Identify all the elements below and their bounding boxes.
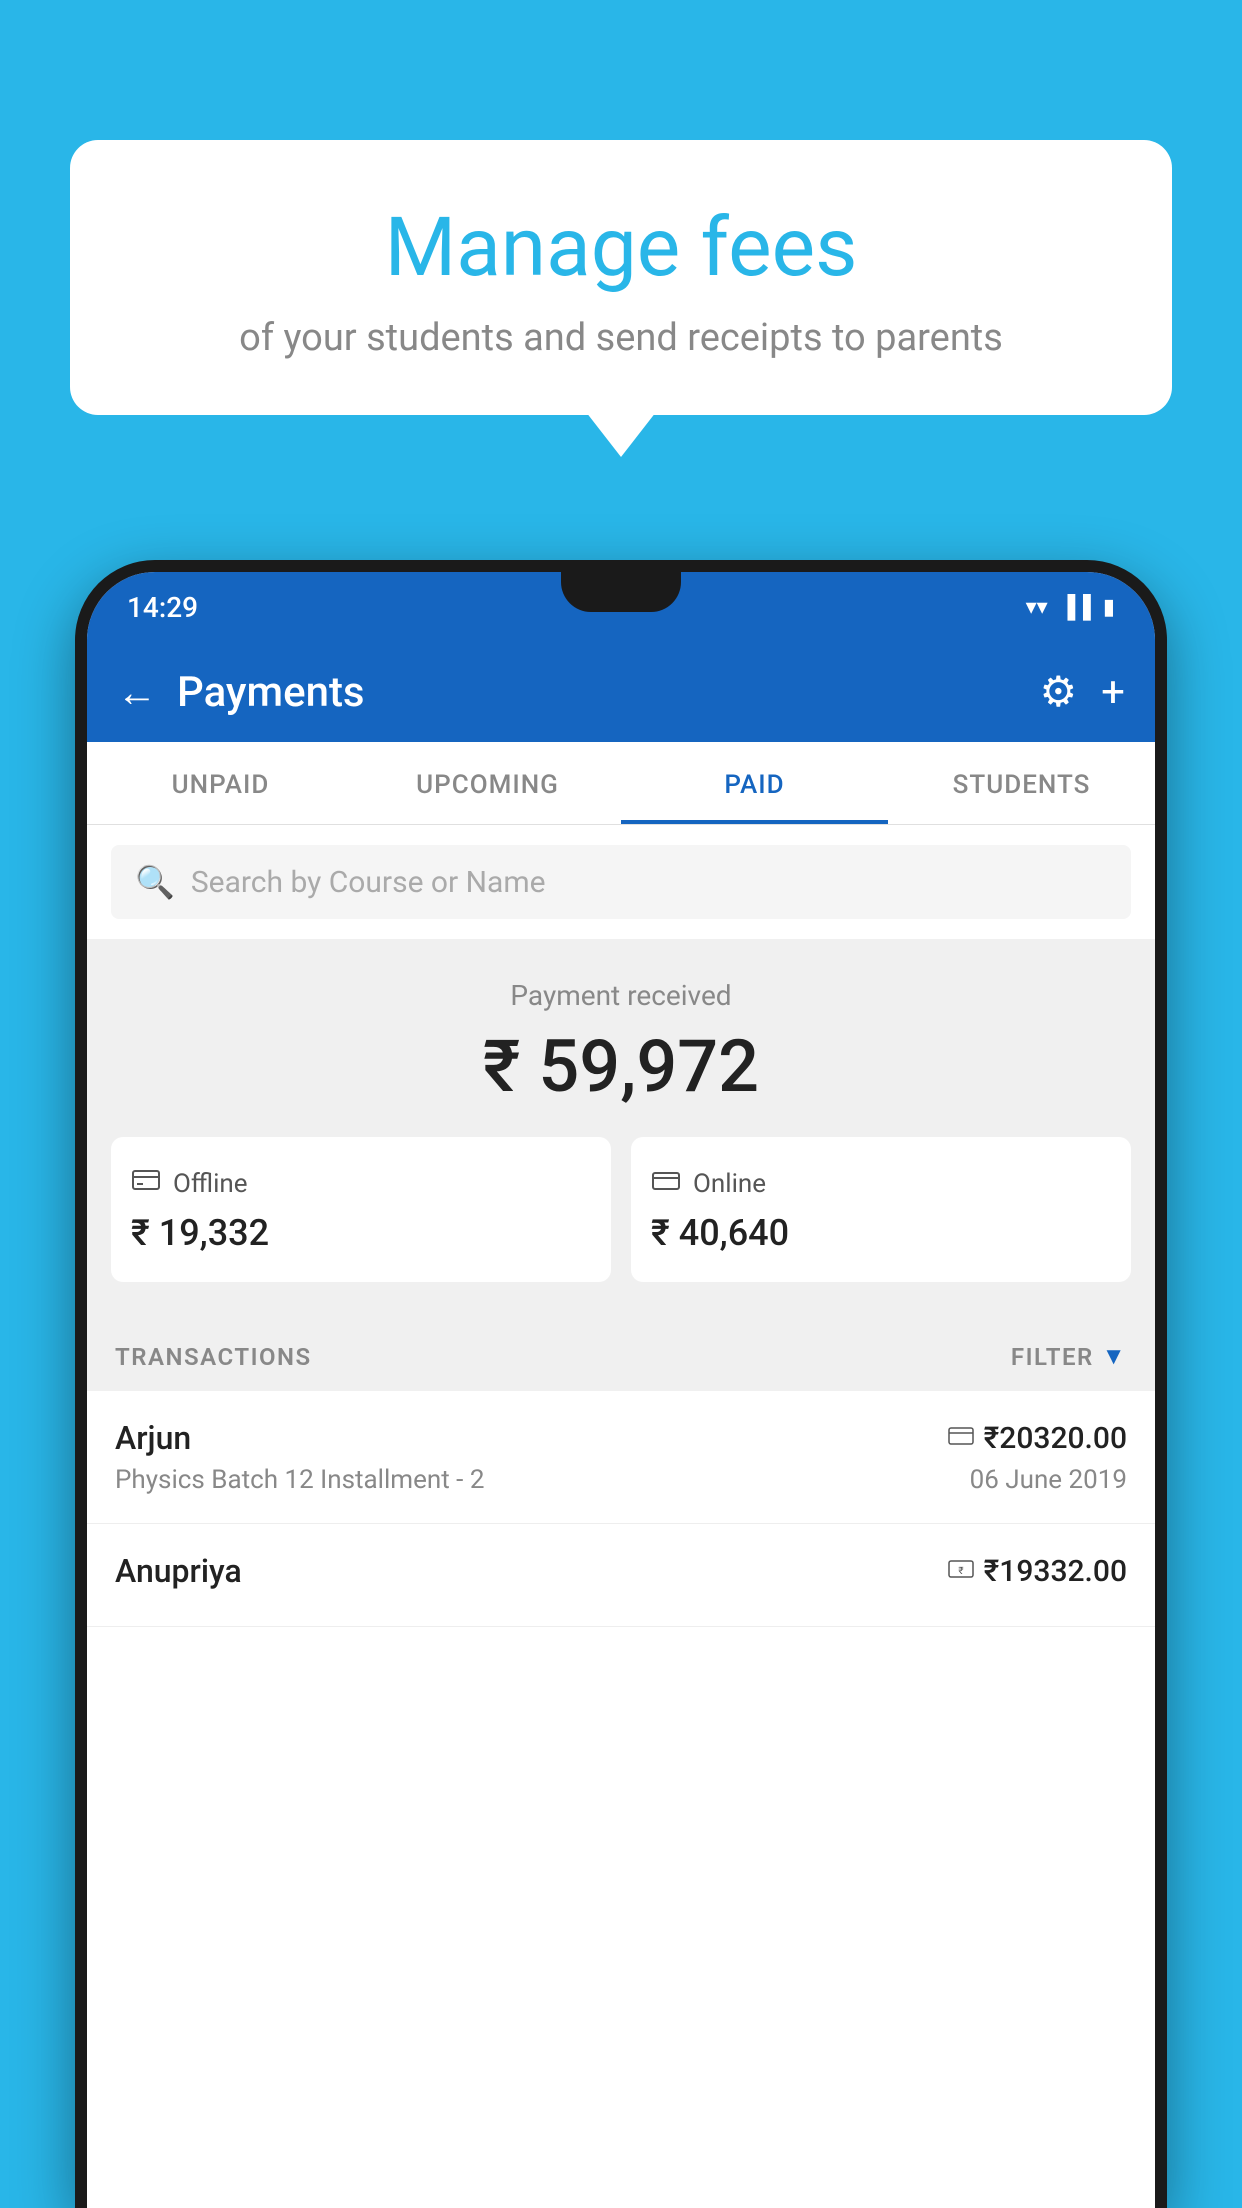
online-icon [651,1165,681,1202]
transaction-amount-wrap-2: ₹ ₹19332.00 [948,1554,1127,1589]
tab-upcoming[interactable]: UPCOMING [354,742,621,824]
cash-payment-icon-2: ₹ [948,1556,974,1586]
app-header: ← Payments ⚙ + [87,642,1155,742]
add-icon[interactable]: + [1101,668,1125,717]
transaction-amount-2: ₹19332.00 [984,1554,1127,1589]
payment-cards: Offline ₹ 19,332 Online [87,1137,1155,1282]
online-label: Online [693,1169,766,1199]
transaction-course-1: Physics Batch 12 Installment - 2 [115,1465,484,1495]
tab-students[interactable]: STUDENTS [888,742,1155,824]
online-amount: ₹ 40,640 [651,1212,1111,1254]
online-card: Online ₹ 40,640 [631,1137,1131,1282]
wifi-icon: ▾▾ [1026,595,1048,620]
transaction-name-2: Anupriya [115,1552,242,1590]
filter-button[interactable]: FILTER ▼ [1011,1342,1127,1371]
status-bar: 14:29 ▾▾ ▐▐ ▮ [87,572,1155,642]
transaction-name-1: Arjun [115,1419,191,1457]
signal-icon: ▐▐ [1060,594,1091,620]
speech-bubble: Manage fees of your students and send re… [70,140,1172,415]
offline-icon [131,1165,161,1202]
page-title: Payments [177,668,1020,717]
tab-paid[interactable]: PAID [621,742,888,824]
gear-icon[interactable]: ⚙ [1040,667,1078,717]
tab-unpaid[interactable]: UNPAID [87,742,354,824]
payment-total-amount: ₹ 59,972 [87,1024,1155,1109]
transaction-row[interactable]: Anupriya ₹ ₹19332.00 [87,1524,1155,1627]
speech-bubble-subtext: of your students and send receipts to pa… [120,316,1122,360]
transactions-label: TRANSACTIONS [115,1343,312,1371]
search-bar[interactable]: 🔍 Search by Course or Name [111,845,1131,919]
phone-notch [561,572,681,612]
transaction-amount-1: ₹20320.00 [984,1421,1127,1456]
tabs-container: UNPAID UPCOMING PAID STUDENTS [87,742,1155,825]
transaction-date-1: 06 June 2019 [970,1465,1127,1495]
battery-icon: ▮ [1103,595,1115,620]
phone-frame: 14:29 ▾▾ ▐▐ ▮ ← Payments ⚙ + UNPAID UPCO… [75,560,1167,2208]
offline-label: Offline [173,1169,248,1199]
header-icons: ⚙ + [1040,667,1126,717]
transactions-header: TRANSACTIONS FILTER ▼ [87,1322,1155,1391]
speech-bubble-container: Manage fees of your students and send re… [70,140,1172,415]
filter-icon: ▼ [1102,1342,1127,1371]
svg-text:₹: ₹ [958,1566,963,1577]
card-payment-icon-1 [948,1423,974,1453]
status-time: 14:29 [127,591,198,624]
payment-summary: Payment received ₹ 59,972 [87,939,1155,1322]
status-icons: ▾▾ ▐▐ ▮ [1026,594,1115,620]
transaction-row[interactable]: Arjun ₹20320.00 Physics Batch 12 Install… [87,1391,1155,1524]
phone-screen: 14:29 ▾▾ ▐▐ ▮ ← Payments ⚙ + UNPAID UPCO… [87,572,1155,2208]
speech-bubble-heading: Manage fees [120,200,1122,296]
search-input[interactable]: Search by Course or Name [191,865,546,900]
offline-amount: ₹ 19,332 [131,1212,591,1254]
payment-received-label: Payment received [87,979,1155,1012]
search-icon: 🔍 [135,863,175,901]
transaction-amount-wrap-1: ₹20320.00 [948,1421,1127,1456]
search-bar-container: 🔍 Search by Course or Name [87,825,1155,939]
back-button[interactable]: ← [117,669,157,716]
offline-card: Offline ₹ 19,332 [111,1137,611,1282]
